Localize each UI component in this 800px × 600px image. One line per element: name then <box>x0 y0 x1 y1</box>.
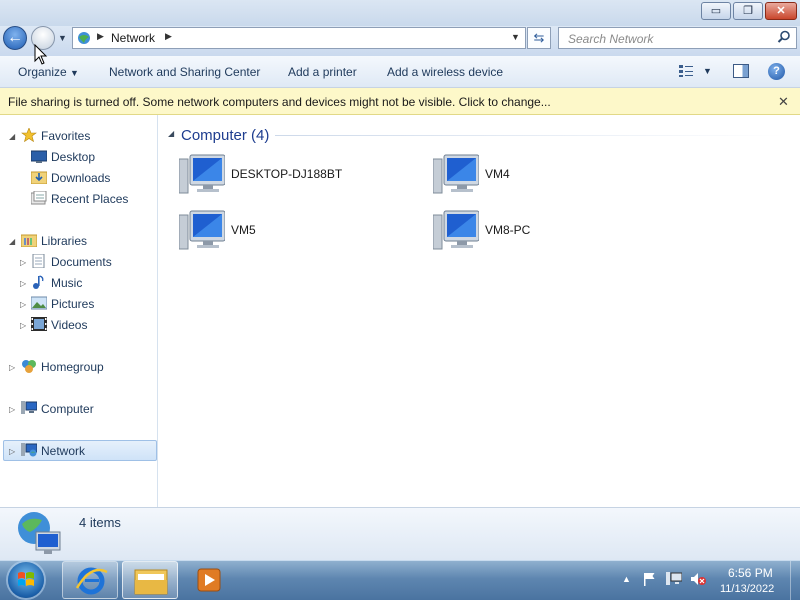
computer-item[interactable]: VM8-PC <box>433 209 673 255</box>
address-history-dropdown[interactable]: ▼ <box>511 32 520 42</box>
nav-downloads[interactable]: Downloads <box>51 171 110 185</box>
computer-icon <box>179 154 225 194</box>
videos-icon <box>31 317 47 331</box>
expand-triangle-icon[interactable]: ▷ <box>9 405 15 414</box>
collapse-triangle-icon[interactable]: ◢ <box>9 237 15 246</box>
search-icon[interactable] <box>777 30 791 44</box>
computer-item[interactable]: DESKTOP-DJ188BT <box>179 153 419 199</box>
search-box[interactable] <box>558 27 797 49</box>
nav-network[interactable]: Network <box>41 444 85 458</box>
star-icon <box>21 128 37 142</box>
clock-time[interactable]: 6:56 PM <box>728 566 773 580</box>
computer-icon <box>433 210 479 250</box>
item-count: 4 items <box>79 515 121 530</box>
mouse-cursor-icon <box>34 44 48 65</box>
homegroup-icon <box>22 360 36 373</box>
search-input[interactable] <box>566 31 770 47</box>
computer-name: VM8-PC <box>485 223 531 237</box>
add-wireless-device-button[interactable]: Add a wireless device <box>387 65 503 79</box>
music-icon <box>33 275 44 289</box>
network-icon <box>78 32 90 44</box>
internet-explorer-icon <box>75 567 108 595</box>
action-center-flag-icon[interactable] <box>642 572 656 586</box>
nav-homegroup[interactable]: Homegroup <box>41 360 104 374</box>
volume-muted-icon[interactable] <box>690 572 706 586</box>
taskbar-windows-explorer[interactable] <box>122 561 178 599</box>
back-arrow-icon: ← <box>7 29 23 46</box>
breadcrumb-separator[interactable]: ▶ <box>97 31 104 42</box>
documents-icon <box>32 254 45 268</box>
nav-libraries[interactable]: Libraries <box>41 234 87 248</box>
taskbar-internet-explorer[interactable] <box>62 561 118 599</box>
infobar-close-icon[interactable]: ✕ <box>778 94 789 110</box>
downloads-folder-icon <box>31 171 47 184</box>
views-icon[interactable] <box>679 65 693 77</box>
nav-documents[interactable]: Documents <box>51 255 112 269</box>
chevron-down-icon: ▼ <box>70 68 79 78</box>
taskbar-media-player[interactable] <box>182 561 238 599</box>
refresh-button[interactable]: ⇆ <box>527 27 551 49</box>
address-bar[interactable]: ▶ Network ▶ ▼ <box>72 27 526 49</box>
minimize-button[interactable]: ▭ <box>701 2 731 20</box>
views-dropdown[interactable]: ▼ <box>703 66 712 76</box>
infobar-message[interactable]: File sharing is turned off. Some network… <box>8 95 551 109</box>
start-orb-icon <box>18 572 34 586</box>
nav-favorites[interactable]: Favorites <box>41 129 90 143</box>
nav-computer[interactable]: Computer <box>41 402 94 416</box>
group-collapse-icon[interactable]: ◢ <box>168 129 174 138</box>
nav-music[interactable]: Music <box>51 276 82 290</box>
expand-triangle-icon[interactable]: ▷ <box>20 321 26 330</box>
nav-pictures[interactable]: Pictures <box>51 297 94 311</box>
add-printer-button[interactable]: Add a printer <box>288 65 357 79</box>
pictures-icon <box>31 296 47 310</box>
explorer-folder-icon <box>134 569 168 595</box>
breadcrumb-separator[interactable]: ▶ <box>165 31 172 42</box>
computer-icon <box>179 210 225 250</box>
nav-recent-places[interactable]: Recent Places <box>51 192 128 206</box>
computer-name: DESKTOP-DJ188BT <box>231 167 343 181</box>
help-icon[interactable]: ? <box>768 63 785 80</box>
media-player-icon <box>197 568 221 592</box>
clock-date[interactable]: 11/13/2022 <box>720 583 774 595</box>
recent-pages-dropdown[interactable]: ▼ <box>58 33 67 43</box>
show-desktop-button[interactable] <box>790 561 800 600</box>
computer-icon <box>21 401 37 414</box>
group-divider <box>275 135 785 136</box>
computer-icon <box>433 154 479 194</box>
refresh-icon: ⇆ <box>533 30 545 45</box>
recent-places-icon <box>31 191 47 205</box>
desktop-icon <box>31 150 47 163</box>
network-sharing-center-button[interactable]: Network and Sharing Center <box>109 65 260 79</box>
nav-desktop[interactable]: Desktop <box>51 150 95 164</box>
computer-item[interactable]: VM5 <box>179 209 419 255</box>
show-hidden-icons-button[interactable]: ▲ <box>622 574 631 584</box>
expand-triangle-icon[interactable]: ▷ <box>20 300 26 309</box>
start-button[interactable] <box>8 562 44 598</box>
group-header-computer[interactable]: Computer (4) <box>181 127 269 144</box>
breadcrumb-network[interactable]: Network <box>111 31 155 45</box>
computer-item[interactable]: VM4 <box>433 153 673 199</box>
organize-label: Organize <box>18 65 67 79</box>
collapse-triangle-icon[interactable]: ◢ <box>9 132 15 141</box>
preview-pane-icon[interactable] <box>733 64 749 78</box>
maximize-button[interactable]: ❐ <box>733 2 763 20</box>
close-button[interactable]: ✕ <box>765 2 797 20</box>
libraries-icon <box>21 234 37 247</box>
expand-triangle-icon[interactable]: ▷ <box>9 447 15 456</box>
expand-triangle-icon[interactable]: ▷ <box>20 279 26 288</box>
nav-videos[interactable]: Videos <box>51 318 87 332</box>
network-icon <box>21 443 37 457</box>
computer-name: VM4 <box>485 167 510 181</box>
maximize-icon: ❐ <box>743 5 753 17</box>
organize-menu-button[interactable]: Organize ▼ <box>18 65 79 79</box>
network-icon <box>18 512 61 554</box>
expand-triangle-icon[interactable]: ▷ <box>20 258 26 267</box>
minimize-icon: ▭ <box>710 5 722 17</box>
expand-triangle-icon[interactable]: ▷ <box>9 363 15 372</box>
computer-name: VM5 <box>231 223 256 237</box>
close-icon: ✕ <box>776 5 786 17</box>
title-bar <box>0 0 800 26</box>
network-tray-icon[interactable] <box>666 572 682 586</box>
back-button[interactable]: ← <box>3 26 27 50</box>
